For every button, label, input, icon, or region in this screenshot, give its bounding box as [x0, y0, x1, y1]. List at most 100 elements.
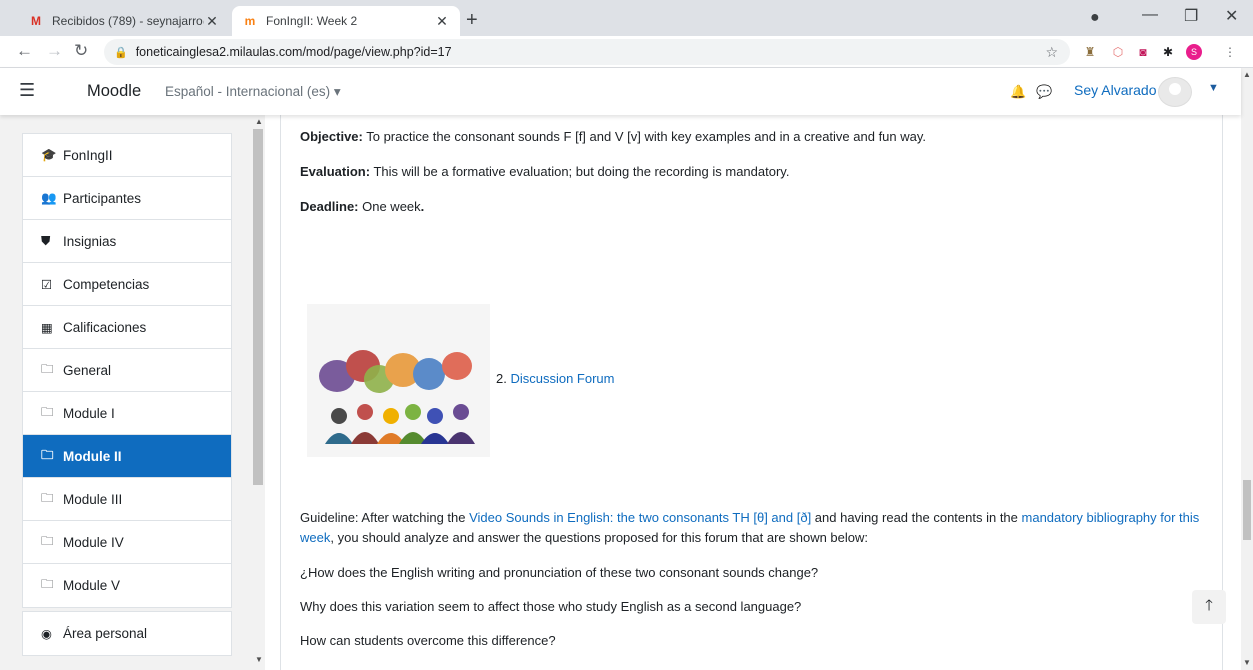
- guideline-suffix: , you should analyze and answer the ques…: [330, 530, 869, 545]
- speech-bubbles-people-illustration: [307, 304, 490, 457]
- tab-close-icon[interactable]: ✕: [434, 13, 450, 30]
- course-nav-group: 🎓 FonIngII 👥 Participantes ⛊ Insignias ☑ Com…: [22, 133, 232, 608]
- drawer-item-label: Module II: [63, 448, 122, 464]
- tab-close-icon[interactable]: ✕: [204, 13, 220, 30]
- folder-icon: 🗀: [41, 404, 54, 419]
- folder-icon: 🗀: [41, 490, 54, 505]
- discussion-forum-link[interactable]: Discussion Forum: [510, 371, 614, 386]
- objective-paragraph: Objective: To practice the consonant sou…: [300, 127, 926, 147]
- user-name[interactable]: Sey Alvarado: [1074, 82, 1157, 98]
- folder-icon: 🗀: [41, 577, 54, 591]
- back-arrow-icon[interactable]: ←: [16, 41, 33, 61]
- question-2: Why does this variation seem to affect t…: [300, 599, 802, 614]
- page-scroll-thumb[interactable]: [1243, 480, 1251, 540]
- profile-avatar-icon[interactable]: S: [1186, 44, 1202, 60]
- shield-icon: ⛊: [41, 233, 51, 248]
- users-icon: 👥: [41, 190, 57, 205]
- drawer-item-label: Competencias: [63, 276, 150, 292]
- notifications-bell-icon[interactable]: 🔔: [1010, 84, 1026, 100]
- drawer-toggle-icon[interactable]: ☰: [19, 80, 53, 104]
- tab-moodle[interactable]: m FonIngII: Week 2 ✕: [232, 6, 460, 36]
- tab-title: Recibidos (789) - seynajarro@gm: [52, 14, 204, 28]
- extension-network-icon[interactable]: ⬡: [1110, 44, 1126, 60]
- scroll-down-arrow-icon[interactable]: ▼: [1243, 658, 1251, 667]
- drawer-item-label: Module I: [63, 405, 115, 421]
- extension-instagram-icon[interactable]: ◙: [1135, 44, 1151, 60]
- drawer-scroll-thumb[interactable]: [253, 129, 263, 485]
- personal-nav-group: ◉ Área personal: [22, 611, 232, 656]
- extensions-puzzle-icon[interactable]: ✱: [1160, 44, 1176, 60]
- tab-gmail[interactable]: M Recibidos (789) - seynajarro@gm ✕: [18, 6, 230, 36]
- lock-icon: 🔒: [114, 46, 128, 59]
- scroll-down-arrow-icon[interactable]: ▼: [255, 655, 263, 664]
- forward-arrow-icon[interactable]: →: [46, 41, 63, 61]
- drawer-item-general[interactable]: 🗀 General: [23, 349, 231, 392]
- scroll-up-arrow-icon[interactable]: ▲: [255, 117, 263, 126]
- check-square-icon: ☑: [41, 277, 53, 292]
- nav-drawer: 🎓 FonIngII 👥 Participantes ⛊ Insignias ☑ Com…: [0, 115, 265, 670]
- table-icon: ▦: [41, 320, 53, 335]
- drawer-item-label: Module IV: [63, 534, 124, 550]
- minimize-button[interactable]: —: [1142, 6, 1158, 24]
- folder-icon: 🗀: [41, 361, 54, 376]
- user-menu-caret-icon[interactable]: ▼: [1208, 82, 1219, 94]
- moodle-navbar: ☰ Moodle Español - Internacional (es) ▾ …: [0, 68, 1241, 115]
- back-to-top-button[interactable]: 🡑: [1192, 590, 1226, 624]
- site-brand[interactable]: Moodle: [87, 82, 141, 101]
- video-sounds-link[interactable]: Video Sounds in English: the two consona…: [469, 510, 811, 525]
- drawer-item-module-2[interactable]: 🗀 Module II: [23, 435, 231, 478]
- browser-toolbar: ← → ↻ 🔒 foneticainglesa2.milaulas.com/mo…: [0, 36, 1253, 68]
- folder-icon: 🗀: [41, 533, 54, 548]
- chrome-menu-icon[interactable]: ⋮: [1222, 44, 1238, 60]
- page-scrollbar[interactable]: ▲ ▼: [1241, 68, 1253, 670]
- guideline-paragraph: Guideline: After watching the Video Soun…: [300, 508, 1215, 548]
- drawer-item-insignias[interactable]: ⛊ Insignias: [23, 220, 231, 263]
- url-text: foneticainglesa2.milaulas.com/mod/page/v…: [135, 45, 452, 59]
- folder-icon: 🗀: [41, 447, 54, 462]
- drawer-item-area-personal[interactable]: ◉ Área personal: [23, 612, 231, 655]
- tab-title: FonIngII: Week 2: [266, 14, 358, 28]
- close-window-button[interactable]: ✕: [1225, 6, 1238, 26]
- drawer-item-competencias[interactable]: ☑ Competencias: [23, 263, 231, 306]
- question-3: How can students overcome this differenc…: [300, 633, 556, 648]
- reload-icon[interactable]: ↻: [74, 41, 88, 61]
- scroll-up-arrow-icon[interactable]: ▲: [1243, 70, 1251, 79]
- drawer-item-module-4[interactable]: 🗀 Module IV: [23, 521, 231, 564]
- drawer-item-label: Calificaciones: [63, 319, 147, 335]
- drawer-item-label: Module V: [63, 578, 121, 593]
- drawer-item-module-5[interactable]: 🗀 Module V: [23, 564, 231, 607]
- drawer-item-label: Participantes: [63, 190, 142, 206]
- evaluation-paragraph: Evaluation: This will be a formative eva…: [300, 162, 789, 182]
- dashboard-icon: ◉: [41, 627, 52, 641]
- objective-text: To practice the consonant sounds F [f] a…: [362, 129, 927, 144]
- arrow-up-icon: 🡑: [1205, 596, 1213, 614]
- drawer-item-course[interactable]: 🎓 FonIngII: [23, 134, 231, 177]
- drawer-item-label: General: [63, 362, 112, 378]
- drawer-item-module-1[interactable]: 🗀 Module I: [23, 392, 231, 435]
- guideline-prefix: Guideline: After watching the: [300, 510, 470, 525]
- drawer-item-calificaciones[interactable]: ▦ Calificaciones: [23, 306, 231, 349]
- language-menu[interactable]: Español - Internacional (es) ▾: [165, 84, 341, 100]
- profile-dot-icon[interactable]: ●: [1090, 9, 1100, 27]
- drawer-item-module-3[interactable]: 🗀 Module III: [23, 478, 231, 521]
- extension-owl-icon[interactable]: ♜: [1082, 44, 1098, 60]
- drawer-item-label: Área personal: [63, 626, 148, 641]
- evaluation-label: Evaluation:: [300, 164, 371, 179]
- address-bar[interactable]: 🔒 foneticainglesa2.milaulas.com/mod/page…: [104, 39, 1070, 65]
- deadline-label: Deadline:: [300, 199, 359, 214]
- drawer-item-participantes[interactable]: 👥 Participantes: [23, 177, 231, 220]
- messages-chat-icon[interactable]: 💬: [1036, 84, 1052, 100]
- drawer-scrollbar[interactable]: ▲ ▼: [252, 115, 265, 670]
- restore-button[interactable]: ❐: [1184, 6, 1198, 26]
- deadline-period: .: [420, 199, 425, 214]
- deadline-paragraph: Deadline: One week.: [300, 197, 424, 217]
- bookmark-star-icon[interactable]: ☆: [1045, 44, 1058, 61]
- forum-number: 2.: [496, 371, 511, 386]
- question-1: ¿How does the English writing and pronun…: [300, 565, 819, 580]
- moodle-icon: m: [244, 14, 256, 28]
- evaluation-text: This will be a formative evaluation; but…: [370, 164, 790, 179]
- discussion-forum-image[interactable]: [307, 304, 490, 457]
- new-tab-button[interactable]: +: [466, 9, 478, 32]
- user-avatar[interactable]: [1158, 77, 1192, 107]
- drawer-item-label: Insignias: [63, 233, 117, 249]
